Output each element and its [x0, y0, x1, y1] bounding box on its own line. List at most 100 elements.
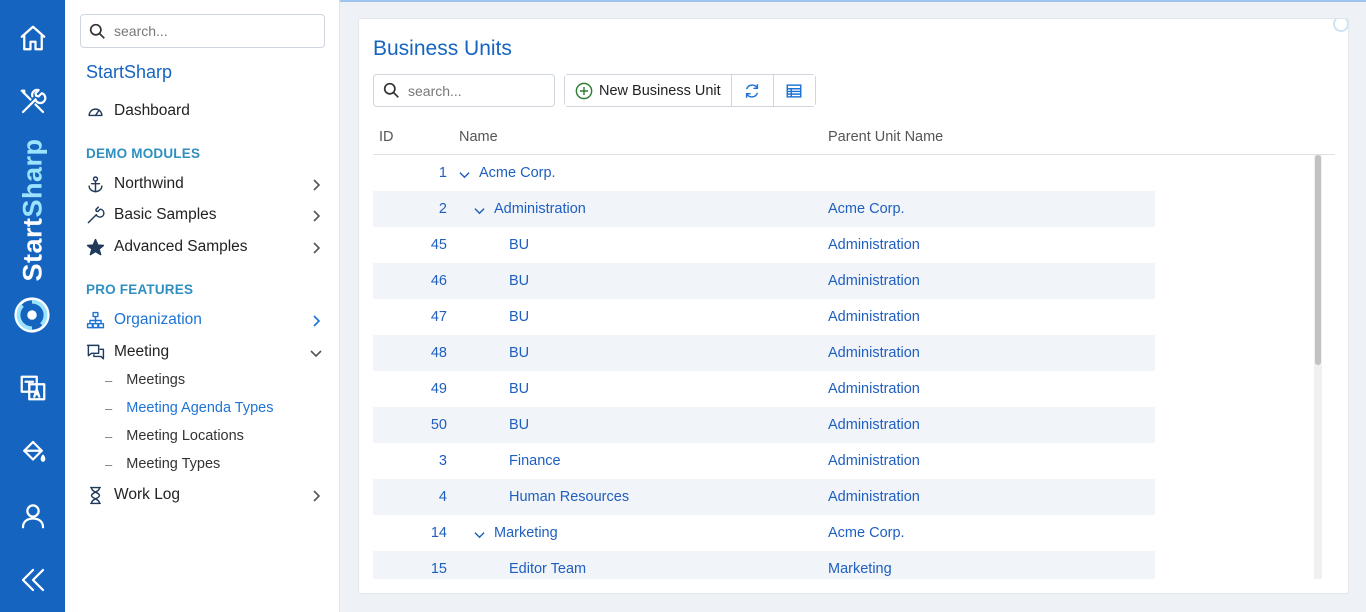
new-business-unit-button[interactable]: New Business Unit: [565, 75, 731, 106]
collapse-sidebar-button[interactable]: [0, 558, 65, 602]
cell-id[interactable]: 49: [431, 381, 447, 397]
sidebar-subitem-meeting-types[interactable]: – Meeting Types: [105, 452, 220, 476]
cell-name[interactable]: BU: [509, 273, 529, 289]
cell-parent[interactable]: Administration: [828, 273, 920, 289]
cell-id[interactable]: 47: [431, 309, 447, 325]
cell-name[interactable]: BU: [509, 345, 529, 361]
scrollbar-thumb[interactable]: [1315, 155, 1321, 365]
cell-name[interactable]: Marketing: [494, 525, 558, 541]
cell-id[interactable]: 14: [431, 525, 447, 541]
sidebar-item-basic-samples[interactable]: Basic Samples: [85, 200, 330, 230]
sidebar-item-label: Advanced Samples: [114, 238, 248, 255]
home-icon: [20, 25, 45, 51]
table-row[interactable]: 48 BU Administration: [373, 335, 1155, 371]
grid-scrollbar[interactable]: [1314, 155, 1322, 579]
cell-parent[interactable]: Marketing: [828, 561, 892, 577]
sidebar-subitem-meeting-locations[interactable]: – Meeting Locations: [105, 424, 244, 448]
brand-vertical: StartSharp: [16, 130, 50, 290]
tools-button[interactable]: [0, 80, 65, 124]
cell-parent[interactable]: Acme Corp.: [828, 201, 905, 217]
chevron-down-icon[interactable]: [459, 168, 470, 179]
home-button[interactable]: [0, 16, 65, 60]
sidebar-search-input[interactable]: [114, 23, 314, 39]
column-picker-button[interactable]: [772, 75, 815, 106]
paint-bucket-icon: [22, 440, 45, 462]
grid-search[interactable]: [373, 74, 555, 107]
cell-parent[interactable]: Administration: [828, 381, 920, 397]
column-header-id[interactable]: ID: [379, 129, 394, 145]
sidebar-subitem-label: Meeting Agenda Types: [126, 400, 274, 416]
theme-button[interactable]: [0, 430, 65, 474]
cell-name[interactable]: BU: [509, 417, 529, 433]
cell-id[interactable]: 15: [431, 561, 447, 577]
chevron-down-icon[interactable]: [474, 204, 485, 215]
cell-parent[interactable]: Administration: [828, 309, 920, 325]
cell-id[interactable]: 2: [439, 201, 447, 217]
translate-button[interactable]: [0, 366, 65, 410]
cell-id[interactable]: 3: [439, 453, 447, 469]
business-units-card: Business Units New Business Unit ID Name…: [358, 18, 1349, 594]
cell-name[interactable]: Editor Team: [509, 561, 586, 577]
loading-spinner-icon: [1333, 16, 1349, 32]
cell-parent[interactable]: Acme Corp.: [828, 525, 905, 541]
refresh-button[interactable]: [730, 75, 773, 106]
cell-name[interactable]: Human Resources: [509, 489, 629, 505]
table-row[interactable]: 46 BU Administration: [373, 263, 1155, 299]
sidebar-item-work-log[interactable]: Work Log: [85, 480, 330, 510]
cell-parent[interactable]: Administration: [828, 345, 920, 361]
table-row[interactable]: 2 Administration Acme Corp.: [373, 191, 1155, 227]
cell-id[interactable]: 46: [431, 273, 447, 289]
sidebar-item-meeting[interactable]: Meeting: [85, 337, 330, 367]
cell-parent[interactable]: Administration: [828, 417, 920, 433]
cell-name[interactable]: Administration: [494, 201, 586, 217]
table-row[interactable]: 49 BU Administration: [373, 371, 1155, 407]
sidebar-item-dashboard[interactable]: Dashboard: [85, 96, 330, 126]
table-columns-icon: [786, 83, 802, 98]
collapse-icon: [21, 568, 44, 592]
cell-name[interactable]: BU: [509, 381, 529, 397]
cell-name[interactable]: Acme Corp.: [479, 165, 556, 181]
cell-parent[interactable]: Administration: [828, 237, 920, 253]
cell-name[interactable]: BU: [509, 237, 529, 253]
sidebar-item-advanced-samples[interactable]: Advanced Samples: [85, 232, 330, 262]
sidebar-search[interactable]: [80, 14, 325, 48]
column-header-parent[interactable]: Parent Unit Name: [828, 129, 943, 145]
cell-name[interactable]: Finance: [509, 453, 561, 469]
cell-id[interactable]: 4: [439, 489, 447, 505]
table-row[interactable]: 15 Editor Team Marketing: [373, 551, 1155, 579]
cell-id[interactable]: 1: [439, 165, 447, 181]
column-header-name[interactable]: Name: [459, 129, 498, 145]
refresh-icon: [746, 83, 759, 98]
sidebar-subitem-meeting-agenda-types[interactable]: – Meeting Agenda Types: [105, 396, 274, 420]
sidebar-subitem-label: Meetings: [126, 372, 186, 388]
table-row[interactable]: 3 Finance Administration: [373, 443, 1155, 479]
grid-header: ID Name Parent Unit Name: [373, 125, 1335, 155]
sidebar-subitem-label: Meeting Types: [126, 456, 221, 472]
table-row[interactable]: 4 Human Resources Administration: [373, 479, 1155, 515]
cell-id[interactable]: 48: [431, 345, 447, 361]
cell-name[interactable]: BU: [509, 309, 529, 325]
cell-parent[interactable]: Administration: [828, 489, 920, 505]
sidebar-item-northwind[interactable]: Northwind: [85, 169, 330, 199]
grid-search-input[interactable]: [408, 82, 548, 99]
toolbar: New Business Unit: [564, 74, 816, 107]
sidebar-item-organization[interactable]: Organization: [85, 305, 330, 335]
cell-id[interactable]: 45: [431, 237, 447, 253]
section-demo-modules: DEMO MODULES: [86, 146, 201, 161]
cell-id[interactable]: 50: [431, 417, 447, 433]
user-button[interactable]: [0, 494, 65, 538]
chevron-down-icon[interactable]: [474, 528, 485, 539]
brand-part1: Start: [17, 217, 48, 282]
table-row[interactable]: 45 BU Administration: [373, 227, 1155, 263]
sidebar-brand[interactable]: StartSharp: [86, 62, 172, 83]
table-row[interactable]: 14 Marketing Acme Corp.: [373, 515, 1155, 551]
grid-body: 1 Acme Corp. 2 Administration Acme Corp. 45 BU…: [373, 155, 1335, 579]
table-row[interactable]: 1 Acme Corp.: [373, 155, 1155, 191]
search-icon: [89, 23, 106, 40]
cell-parent[interactable]: Administration: [828, 453, 920, 469]
wrench-icon: [85, 205, 105, 225]
sidebar-subitem-meetings[interactable]: – Meetings: [105, 368, 185, 392]
table-row[interactable]: 50 BU Administration: [373, 407, 1155, 443]
hourglass-icon: [85, 485, 105, 505]
table-row[interactable]: 47 BU Administration: [373, 299, 1155, 335]
